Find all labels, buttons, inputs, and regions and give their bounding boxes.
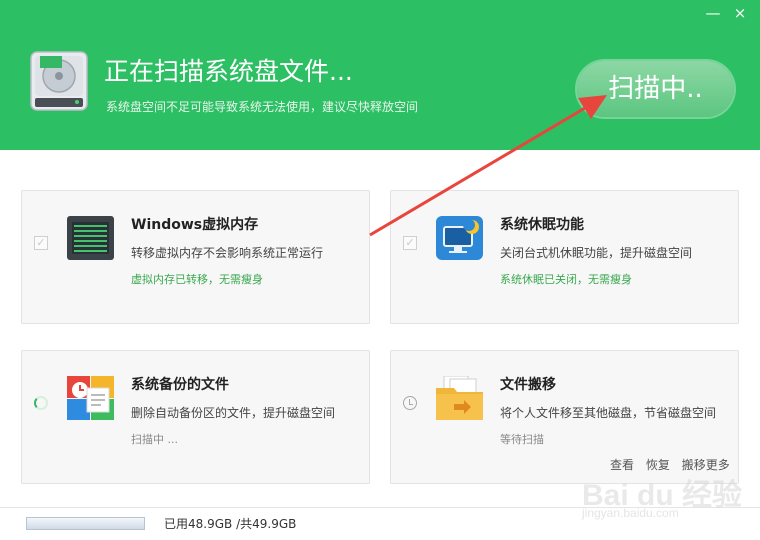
card-description: 转移虚拟内存不会影响系统正常运行 — [131, 246, 324, 260]
folder-move-icon — [436, 376, 483, 420]
footer-divider — [0, 507, 760, 508]
card-status: 系统休眠已关闭，无需瘦身 — [500, 273, 632, 286]
card-status: 虚拟内存已转移，无需瘦身 — [131, 273, 263, 286]
move-more-link[interactable]: 搬移更多 — [682, 458, 730, 472]
close-button[interactable]: × — [729, 4, 751, 22]
restore-link[interactable]: 恢复 — [646, 458, 670, 472]
backup-files-icon — [67, 376, 114, 420]
card-status: 等待扫描 — [500, 433, 544, 446]
checkbox-icon[interactable]: ✓ — [403, 236, 417, 250]
card-description: 关闭台式机休眠功能，提升磁盘空间 — [500, 246, 693, 260]
minimize-button[interactable]: — — [702, 4, 724, 22]
checkbox-icon[interactable]: ✓ — [34, 236, 48, 250]
hibernate-monitor-icon — [436, 216, 483, 260]
memory-chip-icon — [67, 216, 114, 260]
card-description: 将个人文件移至其他磁盘，节省磁盘空间 — [500, 406, 717, 420]
page-subtitle: 系统盘空间不足可能导致系统无法使用，建议尽快释放空间 — [106, 100, 419, 114]
card-system-backup: 系统备份的文件 删除自动备份区的文件，提升磁盘空间 扫描中 ... — [21, 350, 370, 484]
watermark-url: jingyan.baidu.com — [582, 506, 679, 520]
view-link[interactable]: 查看 — [610, 458, 634, 472]
page-title: 正在扫描系统盘文件... — [104, 57, 353, 86]
disk-usage-bar — [26, 517, 145, 530]
card-virtual-memory: ✓ Windows虚拟内存 转移虚拟内存不会影响系统正常运行 虚拟内存已转移，无… — [21, 190, 370, 324]
hard-drive-icon — [30, 51, 88, 111]
card-title: 系统休眠功能 — [500, 217, 584, 233]
card-description: 删除自动备份区的文件，提升磁盘空间 — [131, 406, 336, 420]
card-hibernate: ✓ 系统休眠功能 关闭台式机休眠功能，提升磁盘空间 系统休眠已关闭，无需瘦身 — [390, 190, 739, 324]
card-title: Windows虚拟内存 — [131, 217, 259, 233]
card-title: 文件搬移 — [500, 377, 556, 393]
action-links: 查看 恢复 搬移更多 — [610, 456, 738, 473]
clock-icon — [403, 396, 417, 410]
scan-button[interactable]: 扫描中.. — [577, 61, 734, 117]
card-title: 系统备份的文件 — [131, 377, 229, 393]
loading-spinner-icon — [34, 396, 48, 410]
card-status: 扫描中 ... — [131, 433, 178, 446]
header-banner: — × 正在扫描系统盘文件... 系统盘空间不足可能导致系统无法使用，建议尽快释… — [0, 0, 760, 150]
disk-usage-text: 已用48.9GB /共49.9GB — [164, 517, 297, 531]
